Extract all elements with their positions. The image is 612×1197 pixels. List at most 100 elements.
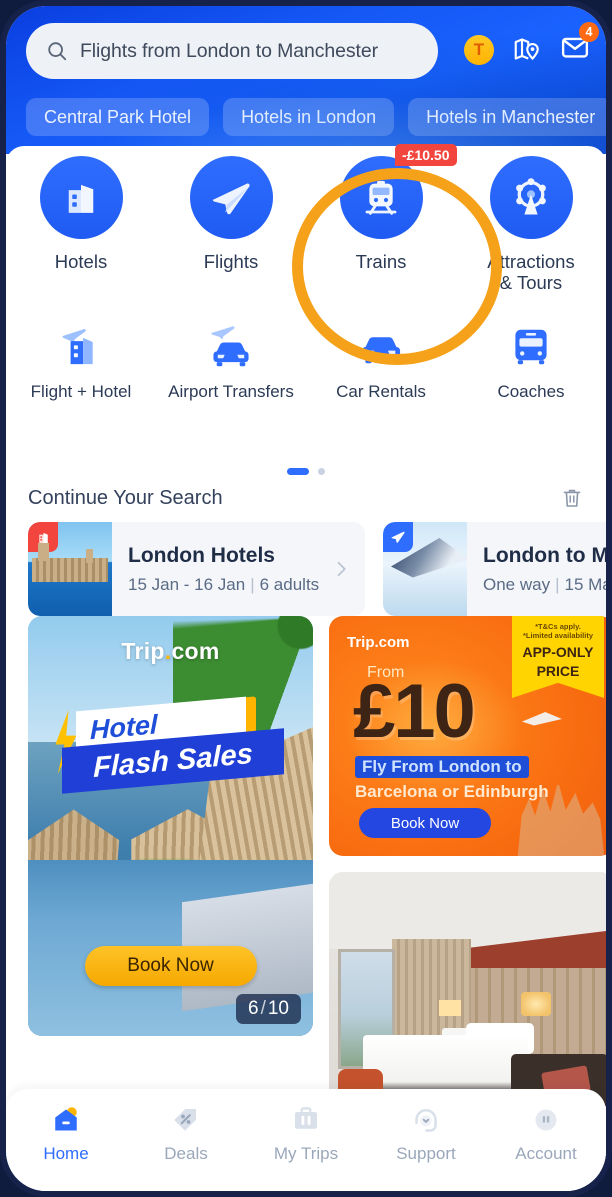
continue-search-header: Continue Your Search [6, 486, 606, 510]
flag-terms-line-2: *Limited availability [522, 631, 594, 641]
flight-hotel-icon [62, 329, 93, 365]
hotel-flash-sales-banner[interactable]: Trip.com Hotel Flash Sales Book Now 6 / … [28, 616, 313, 1036]
counter-separator: / [260, 998, 266, 1019]
flash-book-now-button[interactable]: Book Now [84, 946, 257, 986]
flash-brand-logo: Trip.com [28, 638, 313, 665]
flights-circle [189, 156, 273, 239]
chip-hotels-in-manchester[interactable]: Hotels in Manchester [408, 98, 606, 136]
service-row-secondary: Flight + Hotel Airport Transfers Car Ren… [6, 319, 606, 401]
service-label-trains: Trains [355, 251, 407, 272]
my-trips-icon-wrap [290, 1103, 322, 1137]
nav-item-account[interactable]: Account [486, 1103, 606, 1164]
chevron-right-icon[interactable] [331, 559, 351, 579]
promo-column-right: Trip.com From £10 Fly From London to Bar… [329, 616, 606, 1112]
tenner-book-now-button[interactable]: Book Now [359, 808, 491, 838]
nav-item-my-trips[interactable]: My Trips [246, 1103, 366, 1164]
counter-total: 10 [267, 998, 289, 1019]
app-header: Flights from London to Manchester T 4 Ce… [6, 6, 606, 154]
flight-hotel-icon-wrap [56, 319, 106, 375]
app-screen: Flights from London to Manchester T 4 Ce… [6, 6, 606, 1191]
tenner-line-2: Barcelona or Edinburgh [355, 782, 549, 801]
service-car-rentals[interactable]: Car Rentals [306, 319, 456, 401]
search-input[interactable]: Flights from London to Manchester [80, 40, 378, 63]
service-hotels[interactable]: Hotels [6, 156, 156, 293]
search-card-title: London to Man [483, 543, 606, 567]
headset-icon [415, 1109, 437, 1132]
bus-icon-wrap [507, 319, 555, 375]
messages-button[interactable]: 4 [560, 22, 599, 67]
search-card-subtitle: One way|15 May [483, 575, 606, 595]
chip-hotels-in-london[interactable]: Hotels in London [223, 98, 395, 136]
car-icon [361, 337, 401, 364]
search-bar[interactable]: Flights from London to Manchester [26, 23, 438, 79]
tenner-brand-logo: Trip.com [347, 634, 410, 651]
flag-title-line-2: PRICE [536, 663, 580, 680]
hotels-circle [39, 156, 123, 239]
search-icon [48, 42, 67, 61]
pager-dot-2[interactable] [318, 468, 325, 475]
search-card-london-hotels[interactable]: London Hotels 15 Jan - 16 Jan | 6 adults [28, 522, 365, 616]
nav-item-support[interactable]: Support [366, 1103, 486, 1164]
app-only-price-flag: *T&Cs apply. *Limited availability APP-O… [512, 616, 604, 698]
nav-item-home[interactable]: Home [6, 1103, 126, 1164]
account-icon-wrap [530, 1103, 562, 1137]
chip-central-park-hotel[interactable]: Central Park Hotel [26, 98, 210, 136]
person-icon [535, 1109, 557, 1131]
plane-icon [391, 531, 405, 543]
flight-card-body: London to Man One way|15 May [467, 544, 606, 595]
continue-your-search-section: Continue Your Search London Hotels 15 Ja… [6, 486, 606, 616]
service-trains[interactable]: -£10.50 Trains [306, 144, 457, 293]
nav-label-deals: Deals [164, 1144, 208, 1163]
search-card-guests: 6 adults [259, 574, 320, 594]
airport-transfer-icon [211, 326, 249, 367]
service-row-primary: Hotels Flights -£10.50 Trains Attraction… [6, 144, 606, 293]
continue-search-title: Continue Your Search [28, 486, 223, 509]
nav-label-my-trips: My Trips [273, 1144, 339, 1163]
hotel-room-card[interactable] [329, 872, 606, 1112]
flag-terms-line-1: *T&Cs apply. [535, 622, 581, 631]
ferris-wheel-icon [516, 177, 546, 214]
search-card-title: London Hotels [128, 543, 275, 567]
trash-icon[interactable] [560, 486, 584, 510]
search-card-date: 15 May [564, 574, 606, 594]
london-hotels-thumbnail [28, 522, 112, 616]
support-icon-wrap [410, 1103, 442, 1137]
service-label-coaches: Coaches [497, 382, 565, 402]
plane-tag-icon [383, 522, 413, 552]
attractions-circle [489, 156, 573, 239]
ten-pound-flight-banner[interactable]: Trip.com From £10 Fly From London to Bar… [329, 616, 606, 856]
train-icon [365, 180, 397, 215]
content-sheet: Hotels Flights -£10.50 Trains Attraction… [6, 144, 606, 1191]
plane-icon [212, 182, 250, 214]
suitcase-icon [295, 1107, 317, 1129]
flash-sales-ribbon: Hotel Flash Sales [54, 696, 284, 794]
tag-percent-icon [174, 1109, 196, 1131]
bottom-navigation: Home Deals My Trips Support Account [6, 1089, 606, 1191]
bus-icon [515, 330, 547, 365]
home-icon [55, 1107, 77, 1131]
tenner-line-1: Fly From London to [355, 756, 529, 778]
service-label-flight-hotel: Flight + Hotel [30, 382, 132, 402]
service-attractions[interactable]: Attractions & Tours [456, 156, 606, 293]
service-airport-transfers[interactable]: Airport Transfers [156, 319, 306, 401]
tenner-price: £10 [353, 669, 476, 754]
brand-text: Trip [121, 638, 165, 664]
service-flight-hotel[interactable]: Flight + Hotel [6, 319, 156, 401]
pager-dot-1[interactable] [287, 468, 309, 475]
service-coaches[interactable]: Coaches [456, 319, 606, 401]
home-icon-wrap [49, 1103, 83, 1137]
search-card-london-to-manchester[interactable]: London to Man One way|15 May [383, 522, 606, 616]
map-pin-icon[interactable] [512, 35, 542, 65]
trains-discount-badge: -£10.50 [395, 144, 457, 166]
service-flights[interactable]: Flights [156, 156, 306, 293]
london-hotels-body: London Hotels 15 Jan - 16 Jan | 6 adults [112, 544, 319, 595]
phone-frame: Flights from London to Manchester T 4 Ce… [0, 0, 612, 1197]
deals-icon-wrap [170, 1103, 202, 1137]
promo-column-left: Trip.com Hotel Flash Sales Book Now 6 / … [28, 616, 313, 1112]
flag-title-line-1: APP-ONLY [522, 643, 594, 660]
avatar[interactable]: T [464, 34, 494, 65]
hotel-icon [68, 184, 94, 213]
service-label-airport-transfers: Airport Transfers [168, 382, 294, 402]
counter-current: 6 [248, 998, 259, 1019]
nav-item-deals[interactable]: Deals [126, 1103, 246, 1164]
